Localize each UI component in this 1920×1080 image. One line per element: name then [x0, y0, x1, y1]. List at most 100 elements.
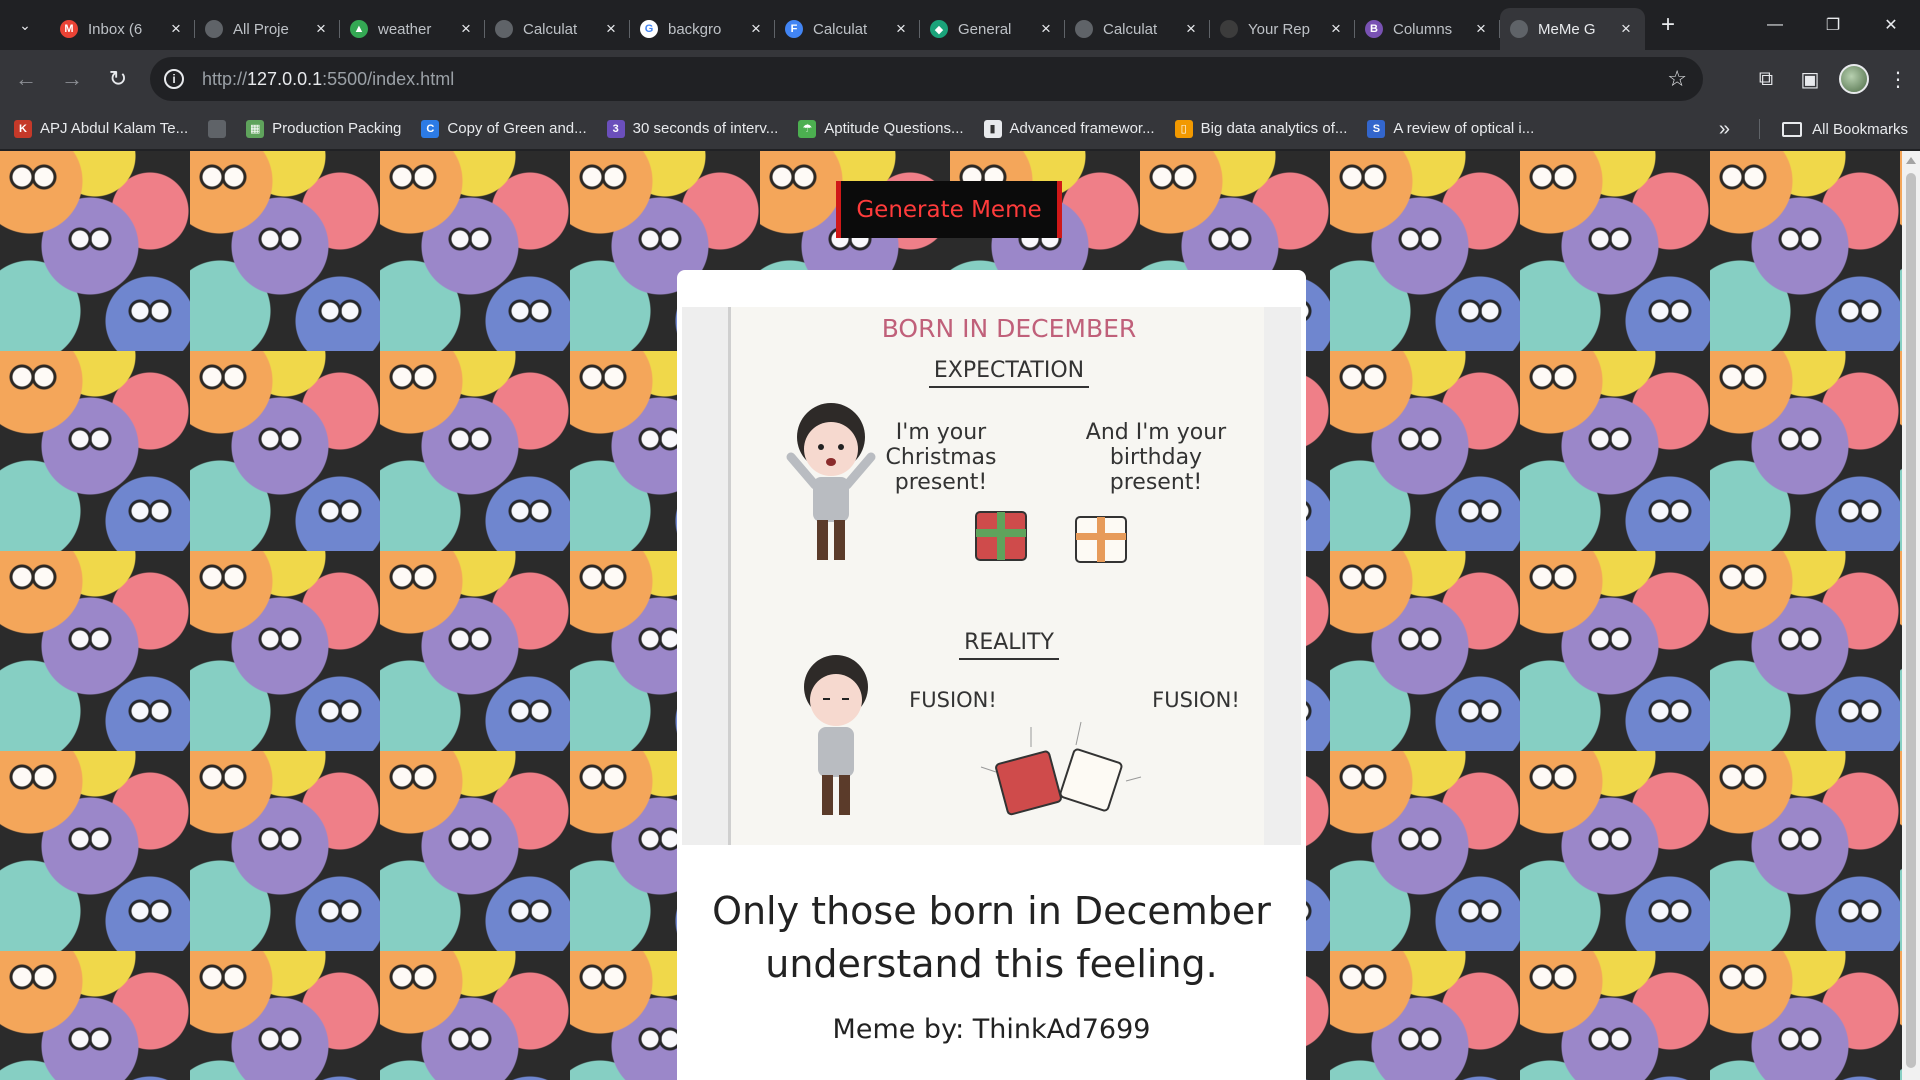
tab-7[interactable]: Calculat × — [1065, 8, 1210, 50]
gmail-icon: M — [60, 20, 78, 38]
reload-button[interactable]: ↻ — [98, 59, 138, 99]
bookmark-label: Copy of Green and... — [447, 120, 587, 137]
comic-heading: BORN IN DECEMBER — [882, 314, 1137, 343]
close-tab-icon[interactable]: × — [1182, 19, 1200, 38]
caption-line-1: Only those born in December — [712, 889, 1271, 933]
tab-10[interactable]: MeMe G × — [1500, 8, 1645, 50]
bookmark-item[interactable] — [198, 113, 236, 145]
bookmark-item[interactable]: ▯ Big data analytics of... — [1165, 113, 1358, 145]
vertical-scrollbar[interactable] — [1902, 151, 1920, 1080]
tab-title: Calculat — [1103, 20, 1158, 38]
close-tab-icon[interactable]: × — [1037, 19, 1055, 38]
drive-icon: ▲ — [350, 20, 368, 38]
close-tab-icon[interactable]: × — [457, 19, 475, 38]
side-panel-icon[interactable]: ▣ — [1788, 57, 1832, 101]
bookmark-label: A review of optical i... — [1393, 120, 1535, 137]
globe-icon — [495, 20, 513, 38]
arrow-left-icon: ← — [15, 66, 37, 91]
close-window-button[interactable]: ✕ — [1862, 0, 1920, 50]
bookmark-item[interactable]: ▦ Production Packing — [236, 113, 411, 145]
back-button[interactable]: ← — [6, 59, 46, 99]
bookmark-item[interactable]: S A review of optical i... — [1357, 113, 1544, 145]
meme-author: Meme by: ThinkAd7699 — [832, 1014, 1151, 1045]
tab-5[interactable]: F Calculat × — [775, 8, 920, 50]
all-bookmarks-button[interactable]: All Bookmarks — [1782, 113, 1908, 145]
bubble2-line2: birthday — [1110, 445, 1202, 470]
bookmark-item[interactable]: C Copy of Green and... — [411, 113, 596, 145]
globe-icon — [205, 20, 223, 38]
bubble2-line3: present! — [1110, 470, 1202, 495]
tab-title: All Proje — [233, 20, 289, 38]
fusion-label-right: FUSION! — [1152, 688, 1240, 712]
globe-icon — [1510, 20, 1528, 38]
tab-1[interactable]: All Proje × — [195, 8, 340, 50]
book-icon: ▯ — [1174, 119, 1193, 138]
menu-kebab-icon[interactable]: ⋮ — [1876, 57, 1920, 101]
bookmark-label: Aptitude Questions... — [824, 120, 964, 137]
bookmark-item[interactable]: 3 30 seconds of interv... — [597, 113, 789, 145]
bookmark-label: 30 seconds of interv... — [632, 120, 779, 137]
tab-title: General — [958, 20, 1012, 38]
forward-button[interactable]: → — [52, 59, 92, 99]
close-tab-icon[interactable]: × — [1617, 19, 1635, 38]
tab-title: Columns — [1393, 20, 1453, 38]
minimize-button[interactable]: — — [1746, 0, 1804, 50]
bookmark-label: Production Packing — [272, 120, 402, 137]
bookmarks-bar: K APJ Abdul Kalam Te... ▦ Production Packin… — [0, 108, 1920, 150]
github-icon — [1220, 20, 1238, 38]
close-tab-icon[interactable]: × — [1472, 19, 1490, 38]
chevron-down-icon: ⌄ — [19, 16, 31, 33]
browser-toolbar: ← → ↻ i http://127.0.0.1:5500/index.html… — [0, 50, 1920, 108]
scrollbar-thumb[interactable] — [1906, 173, 1916, 1068]
all-bookmarks-label: All Bookmarks — [1812, 120, 1908, 138]
forms-icon: F — [785, 20, 803, 38]
reload-icon: ↻ — [108, 66, 128, 91]
tab-4[interactable]: Gbackgro × — [630, 8, 775, 50]
sheet-icon: ▦ — [246, 119, 265, 138]
profile-button[interactable] — [1832, 57, 1876, 101]
tab-0[interactable]: M Inbox (6 × — [50, 8, 195, 50]
new-tab-button[interactable]: + — [1651, 8, 1685, 42]
generate-meme-button[interactable]: Generate Meme — [836, 181, 1062, 238]
meme-comic: BORN IN DECEMBER EXPECTATION I'm your Ch… — [728, 307, 1264, 845]
tab-9[interactable]: B Columns × — [1355, 8, 1500, 50]
address-bar[interactable]: i http://127.0.0.1:5500/index.html ☆ — [150, 57, 1703, 101]
url-text[interactable]: http://127.0.0.1:5500/index.html — [202, 69, 454, 90]
close-tab-icon[interactable]: × — [892, 19, 910, 38]
tab-title: Your Rep — [1248, 20, 1310, 38]
tab-6[interactable]: ◆ General × — [920, 8, 1065, 50]
toolbar-actions: ⧉ ▣ ⋮ — [1744, 50, 1920, 108]
fusion-label-left: FUSION! — [909, 688, 997, 712]
tab-2[interactable]: ▲ weather × — [340, 8, 485, 50]
globe-icon — [1075, 20, 1093, 38]
extensions-icon[interactable]: ⧉ — [1744, 57, 1788, 101]
white-gift-illustration — [1075, 516, 1127, 563]
bookmark-list: K APJ Abdul Kalam Te... ▦ Production Packin… — [4, 113, 1544, 145]
folder-icon — [1782, 121, 1803, 137]
bookmark-label: Advanced framewor... — [1009, 120, 1155, 137]
page-viewport: Generate Meme BORN IN DECEMBER EXPECTATI… — [0, 151, 1920, 1080]
scroll-up-arrow-icon[interactable] — [1906, 157, 1916, 164]
globe-icon — [208, 119, 227, 138]
restore-button[interactable]: ❐ — [1804, 0, 1862, 50]
bookmark-item[interactable]: K APJ Abdul Kalam Te... — [4, 113, 198, 145]
close-tab-icon[interactable]: × — [1327, 19, 1345, 38]
close-tab-icon[interactable]: × — [312, 19, 330, 38]
tab-3[interactable]: Calculat × — [485, 8, 630, 50]
bootstrap-icon: B — [1365, 20, 1383, 38]
indiabix-icon: ☂ — [798, 119, 817, 138]
tab-8[interactable]: Your Rep × — [1210, 8, 1355, 50]
close-tab-icon[interactable]: × — [167, 19, 185, 38]
close-tab-icon[interactable]: × — [602, 19, 620, 38]
meme-image: BORN IN DECEMBER EXPECTATION I'm your Ch… — [682, 307, 1301, 845]
tab-list: M Inbox (6 × All Proje × ▲ weather × Calculat × Gb… — [50, 0, 1645, 50]
tab-search-button[interactable]: ⌄ — [6, 8, 44, 42]
bookmark-label: Big data analytics of... — [1200, 120, 1348, 137]
bookmark-item[interactable]: ▮ Advanced framewor... — [974, 113, 1165, 145]
more-bookmarks-button[interactable]: » — [1719, 113, 1730, 145]
meme-card: BORN IN DECEMBER EXPECTATION I'm your Ch… — [677, 270, 1306, 1080]
close-tab-icon[interactable]: × — [747, 19, 765, 38]
bookmark-star-icon[interactable]: ☆ — [1667, 66, 1687, 92]
site-info-icon[interactable]: i — [164, 69, 184, 89]
bookmark-item[interactable]: ☂ Aptitude Questions... — [788, 113, 973, 145]
